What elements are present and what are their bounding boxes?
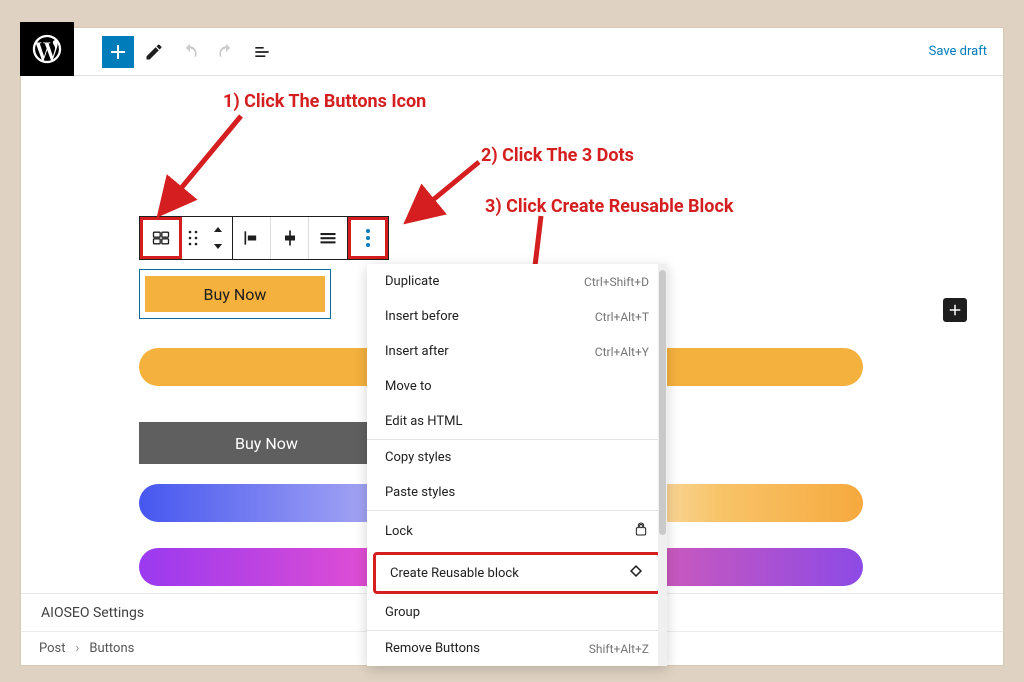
wordpress-logo[interactable]: [20, 22, 74, 76]
editor-frame: Save draft 1) Click The Buttons Icon 2) …: [20, 27, 1004, 666]
add-block-button[interactable]: [102, 36, 134, 68]
menu-item-insert-after[interactable]: Insert after Ctrl+Alt+Y: [367, 334, 667, 369]
save-draft-link[interactable]: Save draft: [929, 44, 987, 59]
align-center-icon: [280, 228, 300, 248]
align-center-button[interactable]: [271, 217, 309, 259]
list-view-icon: [252, 42, 272, 62]
undo-icon: [180, 42, 200, 62]
drag-handle-icon: [187, 229, 199, 247]
highlight-create-reusable: Create Reusable block: [373, 552, 661, 594]
toolbar-left-group: [102, 36, 278, 68]
three-dots-icon: [365, 228, 371, 248]
inline-inserter-button[interactable]: [943, 298, 967, 322]
editor-canvas: 1) Click The Buttons Icon 2) Click The 3…: [21, 76, 1003, 593]
move-up-down-icon: [211, 225, 225, 251]
pencil-icon: [144, 42, 164, 62]
wordpress-icon: [30, 32, 64, 66]
document-outline-button[interactable]: [246, 36, 278, 68]
menu-item-group[interactable]: Group: [367, 595, 667, 630]
align-left-button[interactable]: [233, 217, 271, 259]
justify-icon: [318, 228, 338, 248]
breadcrumb-root[interactable]: Post: [39, 641, 66, 656]
top-toolbar: Save draft: [21, 28, 1003, 76]
breadcrumb-current[interactable]: Buttons: [89, 641, 134, 656]
menu-label: Edit as HTML: [385, 414, 462, 429]
move-block-controls[interactable]: [204, 217, 232, 259]
menu-label: Insert after: [385, 344, 449, 359]
menu-label: Move to: [385, 379, 432, 394]
annotation-2: 2) Click The 3 Dots: [481, 145, 634, 166]
chevron-right-icon: ›: [76, 641, 80, 656]
menu-item-create-reusable[interactable]: Create Reusable block: [376, 555, 658, 591]
menu-label: Duplicate: [385, 274, 439, 289]
menu-shortcut: Ctrl+Alt+Y: [595, 345, 649, 359]
block-options-menu: Duplicate Ctrl+Shift+D Insert before Ctr…: [367, 264, 667, 666]
annotation-1: 1) Click The Buttons Icon: [223, 91, 426, 112]
menu-label: Lock: [385, 524, 413, 539]
aioseo-title: AIOSEO Settings: [41, 605, 144, 621]
button-variant-gray[interactable]: Buy Now: [139, 422, 373, 464]
scrollbar-thumb[interactable]: [659, 270, 666, 535]
menu-label: Insert before: [385, 309, 459, 324]
justify-button[interactable]: [309, 217, 347, 259]
plus-icon: [946, 301, 964, 319]
annotation-3: 3) Click Create Reusable Block: [485, 196, 733, 217]
menu-item-duplicate[interactable]: Duplicate Ctrl+Shift+D: [367, 264, 667, 299]
redo-button[interactable]: [210, 36, 242, 68]
menu-item-paste-styles[interactable]: Paste styles: [367, 475, 667, 510]
menu-item-copy-styles[interactable]: Copy styles: [367, 440, 667, 475]
block-toolbar: [139, 216, 389, 260]
menu-label: Create Reusable block: [390, 566, 519, 581]
annotation-arrow-1: [149, 104, 259, 224]
menu-label: Paste styles: [385, 485, 455, 500]
menu-label: Copy styles: [385, 450, 451, 465]
lock-icon: [633, 521, 649, 541]
menu-shortcut: Ctrl+Shift+D: [584, 275, 649, 289]
align-left-icon: [242, 228, 262, 248]
reusable-icon: [628, 563, 644, 583]
plus-icon: [106, 40, 130, 64]
edit-mode-button[interactable]: [138, 36, 170, 68]
menu-item-insert-before[interactable]: Insert before Ctrl+Alt+T: [367, 299, 667, 334]
menu-label: Group: [385, 605, 420, 620]
menu-shortcut: Shift+Alt+Z: [589, 642, 649, 656]
undo-button[interactable]: [174, 36, 206, 68]
menu-item-edit-html[interactable]: Edit as HTML: [367, 404, 667, 439]
menu-item-remove[interactable]: Remove Buttons Shift+Alt+Z: [367, 631, 667, 666]
more-options-button[interactable]: [348, 217, 388, 259]
button-block-buy-now[interactable]: Buy Now: [145, 276, 325, 312]
drag-handle[interactable]: [182, 217, 204, 259]
block-type-button[interactable]: [140, 217, 182, 259]
menu-label: Remove Buttons: [385, 641, 480, 656]
buttons-block-icon: [151, 228, 171, 248]
menu-item-lock[interactable]: Lock: [367, 511, 667, 551]
redo-icon: [216, 42, 236, 62]
annotation-arrow-2: [401, 156, 491, 236]
menu-shortcut: Ctrl+Alt+T: [595, 310, 649, 324]
menu-item-move-to[interactable]: Move to: [367, 369, 667, 404]
